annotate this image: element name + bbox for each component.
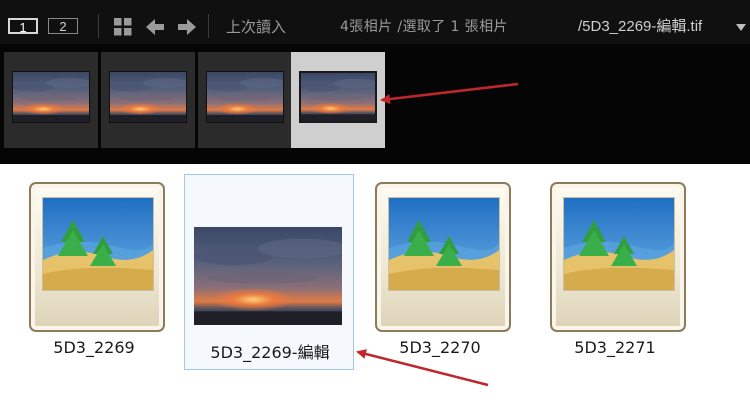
toolbar-divider bbox=[208, 14, 209, 38]
sunset-photo-thumbnail bbox=[194, 227, 342, 325]
library-toolbar: 1 2 上次讀入 4張相片 /選取了 1 張相片 /5D3_2269-編輯.ti… bbox=[0, 0, 750, 44]
filmstrip-cell[interactable] bbox=[101, 52, 195, 148]
filmstrip-cell[interactable] bbox=[4, 52, 98, 148]
image-file-icon bbox=[375, 182, 511, 332]
screen-2-button[interactable]: 2 bbox=[48, 18, 78, 34]
file-item[interactable]: 5D3_2270 bbox=[355, 174, 525, 370]
image-file-icon bbox=[550, 182, 686, 332]
file-name-label: 5D3_2270 bbox=[399, 338, 481, 357]
photo-count-status: 4張相片 /選取了 1 張相片 bbox=[340, 19, 508, 35]
sunset-photo-thumbnail bbox=[12, 71, 90, 123]
file-explorer-view: 5D3_2269 5D3_2269-編輯 5D3_2270 5D3_2271 bbox=[0, 164, 750, 418]
screen-1-button[interactable]: 1 bbox=[8, 18, 38, 35]
previous-import-label[interactable]: 上次讀入 bbox=[226, 17, 286, 37]
grid-icon[interactable] bbox=[114, 18, 132, 36]
sunset-photo-thumbnail bbox=[206, 71, 284, 123]
file-item[interactable]: 5D3_2269 bbox=[9, 174, 179, 370]
dropdown-icon[interactable] bbox=[736, 24, 746, 32]
image-file-icon bbox=[29, 182, 165, 332]
file-name-label: 5D3_2271 bbox=[574, 338, 656, 357]
sunset-photo-thumbnail bbox=[109, 71, 187, 123]
filmstrip bbox=[0, 44, 750, 164]
arrow-left-icon[interactable] bbox=[146, 19, 164, 35]
sunset-photo-thumbnail bbox=[299, 71, 377, 123]
toolbar-divider bbox=[98, 14, 99, 38]
file-name-label: 5D3_2269 bbox=[53, 338, 135, 357]
filmstrip-cell-selected[interactable] bbox=[291, 52, 385, 148]
file-item-selected[interactable]: 5D3_2269-編輯 bbox=[184, 174, 354, 370]
file-name-label: 5D3_2269-編輯 bbox=[210, 343, 330, 362]
file-item[interactable]: 5D3_2271 bbox=[530, 174, 700, 370]
arrow-right-icon[interactable] bbox=[178, 19, 196, 35]
filmstrip-cell[interactable] bbox=[198, 52, 292, 148]
current-filename: /5D3_2269-編輯.tif bbox=[578, 18, 703, 35]
